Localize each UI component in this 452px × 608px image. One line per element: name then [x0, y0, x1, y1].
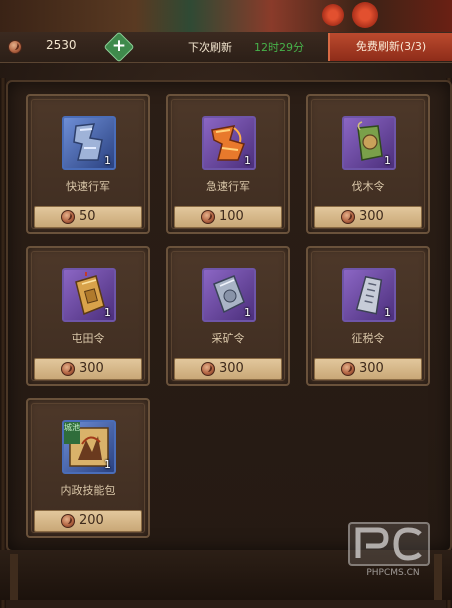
item-icon-frame: 1	[202, 116, 256, 170]
item-name: 屯田令	[71, 332, 105, 345]
copper-coin-icon	[61, 210, 75, 224]
item-quantity: 1	[244, 306, 251, 319]
buy-price-button[interactable]: 300	[174, 358, 282, 380]
copper-coin-icon	[201, 210, 215, 224]
item-quantity: 1	[384, 306, 391, 319]
item-price: 300	[79, 361, 104, 376]
item-price: 50	[79, 209, 96, 224]
shop-item-card[interactable]: 1 屯田令 300	[26, 246, 150, 386]
item-name: 采矿令	[211, 332, 245, 345]
copper-coin-icon	[61, 362, 75, 376]
item-icon-frame: 城池 1	[62, 420, 116, 474]
item-icon-frame: 1	[62, 116, 116, 170]
item-name: 快速行军	[66, 180, 110, 193]
item-quantity: 1	[244, 154, 251, 167]
item-quantity: 1	[104, 306, 111, 319]
site-watermark: PHPCMS.CN	[348, 522, 438, 584]
item-icon-frame: 1	[202, 268, 256, 322]
copper-coin-icon	[201, 362, 215, 376]
item-price: 300	[359, 361, 384, 376]
shop-item-card[interactable]: 城池 1 内政技能包 200	[26, 398, 150, 538]
copper-coin-icon	[341, 362, 355, 376]
lantern-icon	[352, 2, 378, 28]
buy-price-button[interactable]: 300	[314, 206, 422, 228]
item-corner-tag: 城池	[64, 422, 80, 444]
next-refresh-time: 12时29分	[254, 41, 304, 54]
item-icon-frame: 1	[342, 116, 396, 170]
item-name: 伐木令	[351, 180, 385, 193]
shop-item-card[interactable]: 1 采矿令 300	[166, 246, 290, 386]
item-price: 300	[359, 209, 384, 224]
shop-item-card[interactable]: 1 快速行军 50	[26, 94, 150, 234]
shop-item-card[interactable]: 1 征税令 300	[306, 246, 430, 386]
add-currency-button[interactable]: +	[103, 31, 135, 63]
buy-price-button[interactable]: 200	[34, 510, 142, 532]
pc-logo-icon	[355, 527, 422, 561]
shop-item-card[interactable]: 1 伐木令 300	[306, 94, 430, 234]
shop-items-panel: 1 快速行军 50 1 急速行军 100 1 伐木令 300 1 屯田令 300…	[6, 80, 452, 552]
item-name: 内政技能包	[60, 484, 116, 497]
item-icon-frame: 1	[342, 268, 396, 322]
floor-post	[10, 554, 18, 600]
plus-icon: +	[111, 36, 127, 56]
item-icon-frame: 1	[62, 268, 116, 322]
item-price: 200	[79, 513, 104, 528]
next-refresh-label: 下次刷新	[188, 41, 232, 54]
buy-price-button[interactable]: 50	[34, 206, 142, 228]
item-name: 急速行军	[206, 180, 250, 193]
item-name: 征税令	[351, 332, 385, 345]
watermark-text: PHPCMS.CN	[366, 568, 420, 578]
free-refresh-button[interactable]: 免费刷新(3/3)	[328, 33, 452, 61]
watermark-logo	[348, 522, 430, 566]
item-quantity: 1	[384, 154, 391, 167]
shop-item-card[interactable]: 1 急速行军 100	[166, 94, 290, 234]
buy-price-button[interactable]: 100	[174, 206, 282, 228]
currency-amount: 2530	[46, 38, 77, 52]
lantern-icon	[322, 4, 344, 26]
shop-scene: 2530 + 下次刷新 12时29分 免费刷新(3/3) 1 快速行军 50 1…	[0, 0, 452, 608]
buy-price-button[interactable]: 300	[314, 358, 422, 380]
item-price: 300	[219, 361, 244, 376]
copper-coin-icon	[341, 210, 355, 224]
buy-price-button[interactable]: 300	[34, 358, 142, 380]
copper-coin-icon	[61, 514, 75, 528]
item-quantity: 1	[104, 154, 111, 167]
item-price: 100	[219, 209, 244, 224]
item-quantity: 1	[104, 458, 111, 471]
copper-coin-icon	[8, 40, 22, 54]
top-decorative-banner	[0, 0, 452, 32]
